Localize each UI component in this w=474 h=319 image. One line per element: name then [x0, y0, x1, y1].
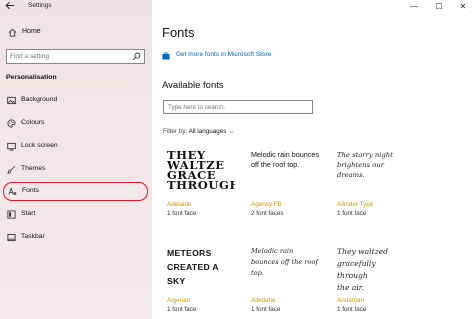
sidebar: Settings Home Personalisation Background… [0, 0, 152, 319]
start-icon [7, 210, 16, 219]
chevron-down-icon: ⌵ [229, 129, 234, 135]
font-card-algerian[interactable]: METEORS CREATED A SKY Algerian 1 font fa… [167, 246, 235, 319]
font-card-adelaide[interactable]: THEY WALTZE GRACE THROUGH Adelaide 1 fon… [167, 150, 235, 230]
font-preview: The starry night brightens our dreams. [337, 151, 393, 179]
section-title: Personalisation [6, 74, 57, 81]
sidebar-item-label: Taskbar [21, 233, 45, 240]
sidebar-item-background[interactable]: Background [3, 92, 148, 109]
back-button[interactable] [4, 1, 16, 12]
font-face-count: 1 font face [167, 306, 197, 313]
font-name: Adelaide [167, 201, 192, 208]
sidebar-item-start[interactable]: Start [3, 206, 148, 223]
font-card-allinder-type[interactable]: The starry night brightens our dreams. A… [337, 150, 405, 230]
filter-value: All languages [188, 128, 227, 135]
font-icon [8, 187, 17, 195]
close-button[interactable]: ✕ [455, 1, 471, 12]
back-arrow-icon [5, 1, 14, 10]
sidebar-item-taskbar[interactable]: Taskbar [3, 229, 148, 246]
sidebar-item-fonts[interactable]: Fonts [3, 182, 148, 201]
sidebar-item-home[interactable]: Home [6, 26, 146, 40]
sidebar-item-label: Start [21, 210, 36, 217]
maximize-button[interactable]: ☐ [431, 1, 447, 12]
available-fonts-title: Available fonts [162, 80, 224, 91]
store-link-label: Get more fonts in Microsoft Store [176, 51, 272, 58]
font-face-count: 1 font face [337, 210, 367, 217]
palette-icon [7, 119, 16, 128]
sidebar-item-lock-screen[interactable]: Lock screen [3, 138, 148, 155]
home-icon [8, 28, 17, 37]
font-name: Allinder Type [337, 201, 374, 208]
language-filter[interactable]: Filter by: All languages ⌵ [163, 128, 234, 136]
sidebar-item-label: Themes [21, 165, 46, 172]
sidebar-item-label: Fonts [22, 187, 39, 194]
font-name: Agency FB [251, 201, 282, 208]
lock-screen-icon [7, 142, 16, 151]
font-face-count: 1 font face [337, 306, 367, 313]
sidebar-item-colours[interactable]: Colours [3, 115, 148, 132]
sidebar-item-label: Lock screen [21, 142, 58, 149]
font-face-count: 2 font faces [251, 210, 284, 217]
font-preview: THEY WALTZE GRACE THROUGH [167, 150, 235, 192]
title-bar: Settings [0, 0, 152, 14]
font-preview: METEORS CREATED A SKY [167, 248, 219, 286]
font-name: Algerian [167, 297, 191, 304]
font-card-andaman[interactable]: They waltzed gracefully through the air.… [337, 246, 405, 319]
minimize-button[interactable]: — [406, 1, 422, 12]
font-card-alledahe[interactable]: Melodic rain bounces off the roof top. A… [251, 246, 319, 319]
sidebar-item-label: Background [21, 96, 58, 103]
font-preview: Melodic rain bounces off the roof top. [251, 247, 318, 277]
main-content: — ☐ ✕ Fonts Get more fonts in Microsoft … [152, 0, 474, 319]
font-search-box[interactable] [163, 100, 313, 114]
font-face-count: 1 font face [167, 210, 197, 217]
image-icon [7, 96, 16, 105]
taskbar-icon [7, 233, 16, 242]
sidebar-item-label: Home [22, 28, 41, 35]
search-icon[interactable] [132, 52, 141, 61]
app-title: Settings [28, 2, 52, 9]
font-face-count: 1 font face [251, 306, 281, 313]
window-controls: — ☐ ✕ [394, 0, 474, 14]
sidebar-item-themes[interactable]: Themes [3, 161, 148, 178]
store-icon [162, 52, 170, 60]
font-search-input[interactable] [168, 102, 308, 112]
font-name: Andaman [337, 297, 364, 304]
page-title: Fonts [162, 25, 195, 40]
settings-search-box[interactable] [6, 49, 145, 64]
font-card-agency-fb[interactable]: Melodic rain bounces off the roof top. A… [251, 150, 319, 230]
brush-icon [7, 165, 16, 174]
sidebar-item-label: Colours [21, 119, 45, 126]
settings-search-input[interactable] [10, 51, 128, 62]
font-preview: Melodic rain bounces off the roof top. [251, 150, 319, 169]
font-name: Alledahe [251, 297, 276, 304]
font-preview: They waltzed gracefully through the air. [337, 247, 389, 292]
filter-label: Filter by: [163, 128, 188, 135]
